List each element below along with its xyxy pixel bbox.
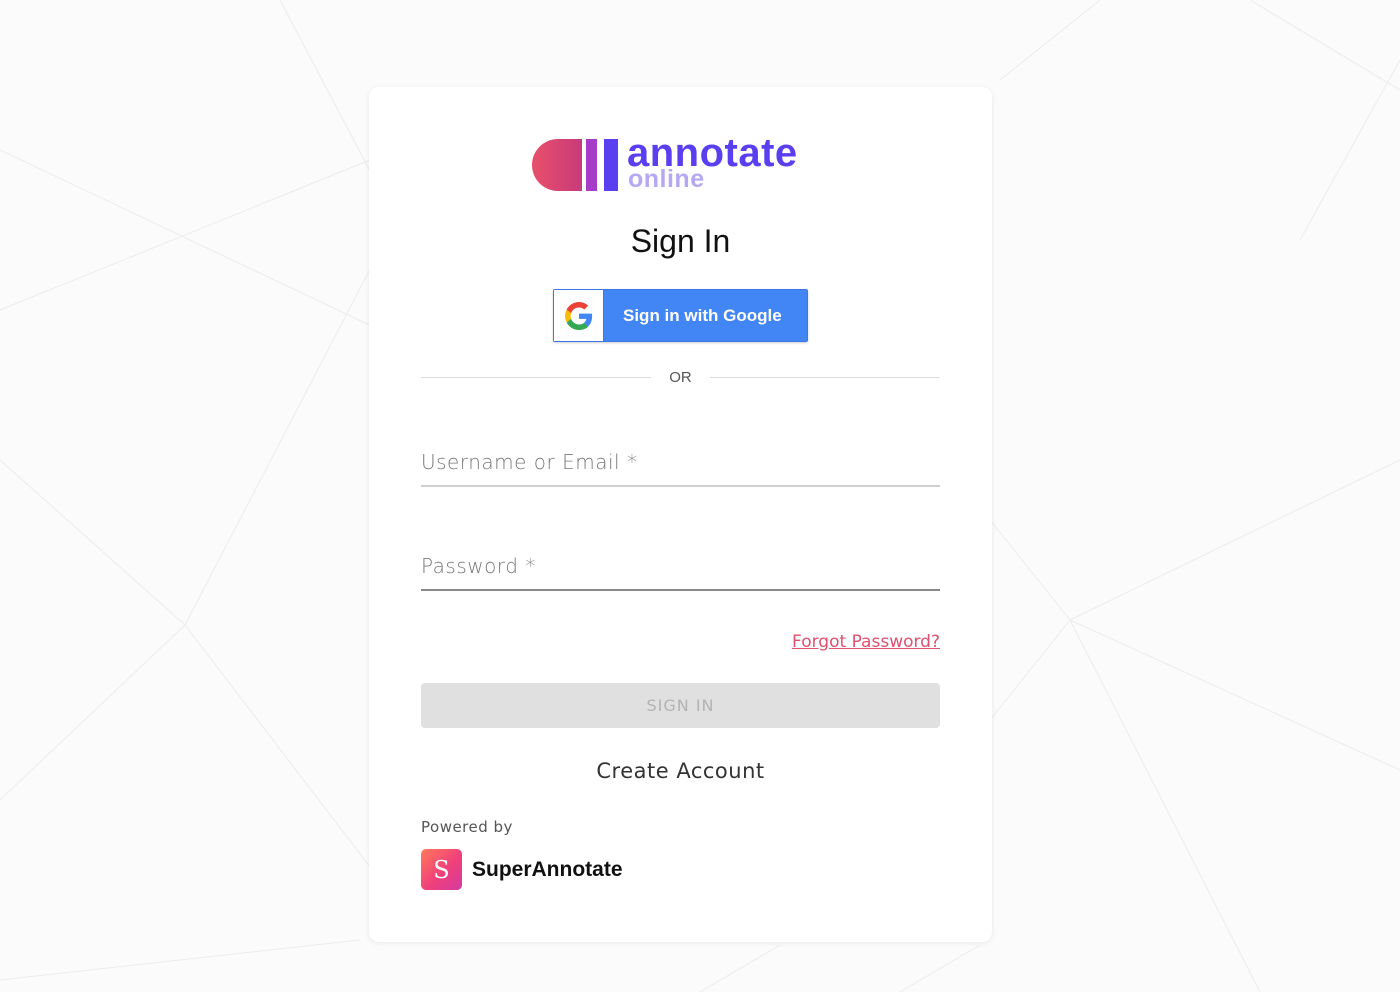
google-signin-button[interactable]: Sign in with Google bbox=[553, 289, 808, 342]
sign-in-button[interactable]: SIGN IN bbox=[421, 683, 940, 728]
powered-by-label: Powered by bbox=[421, 818, 513, 836]
create-account-link[interactable]: Create Account bbox=[369, 759, 992, 783]
google-g-icon bbox=[564, 301, 592, 330]
divider-line-right bbox=[710, 377, 940, 378]
or-divider: OR bbox=[421, 368, 940, 388]
page-title: Sign In bbox=[630, 223, 731, 259]
signin-card: annotate online Sign In Sign in with Goo… bbox=[369, 87, 992, 942]
password-field-wrapper bbox=[421, 541, 940, 591]
google-icon-container bbox=[554, 290, 604, 341]
superannotate-name: SuperAnnotate bbox=[472, 857, 623, 881]
username-input[interactable] bbox=[421, 447, 940, 487]
username-field-wrapper bbox=[421, 437, 940, 487]
google-signin-label: Sign in with Google bbox=[623, 305, 782, 325]
forgot-password-link[interactable]: Forgot Password? bbox=[792, 632, 940, 652]
annotate-logo-mark-icon bbox=[532, 139, 618, 191]
superannotate-brand: S SuperAnnotate bbox=[421, 849, 623, 890]
superannotate-logo-icon: S bbox=[421, 849, 462, 890]
password-input[interactable] bbox=[421, 551, 940, 591]
logo-subtitle: online bbox=[628, 165, 705, 193]
annotate-online-logo: annotate online bbox=[532, 131, 832, 195]
